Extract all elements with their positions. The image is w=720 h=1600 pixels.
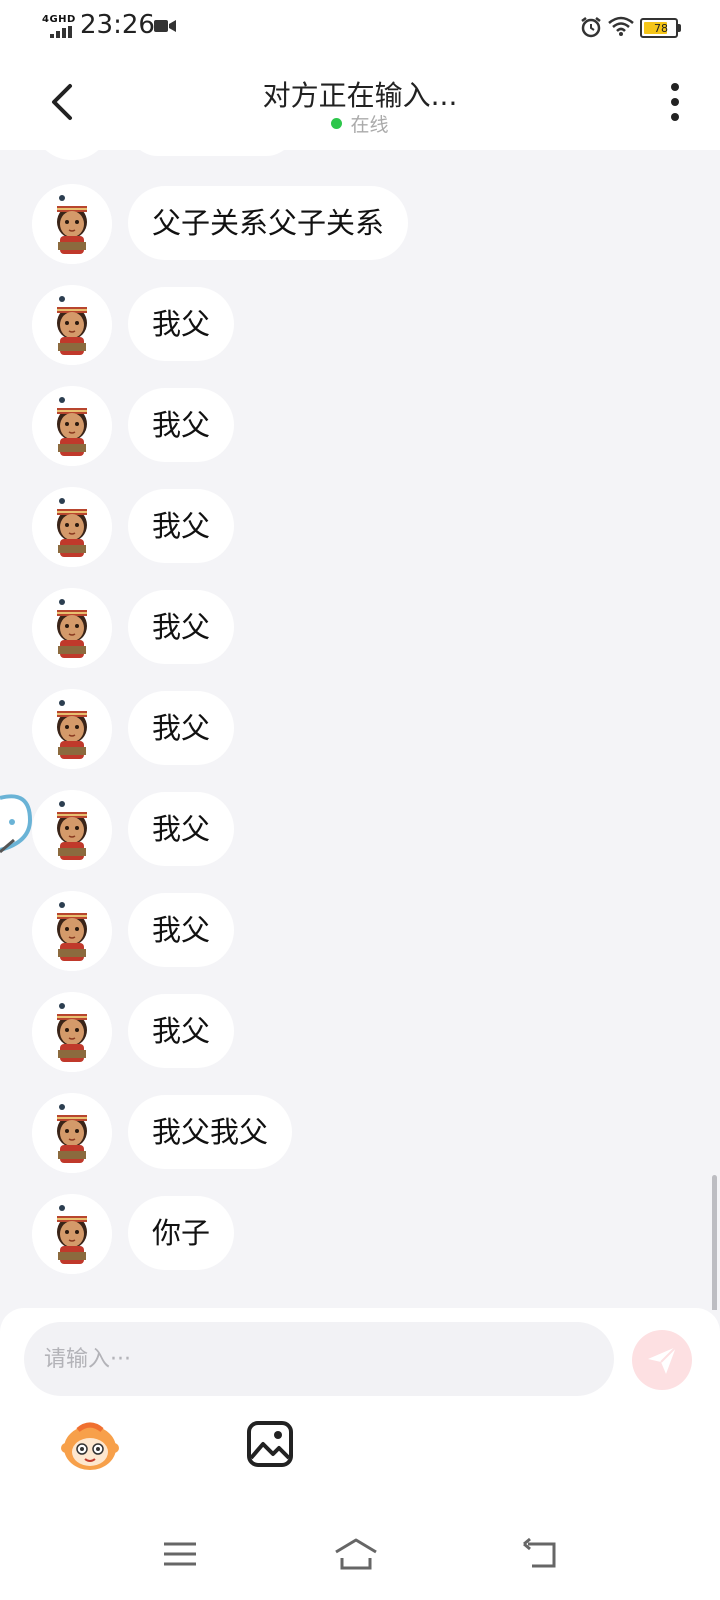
message-row: 我父	[0, 285, 720, 365]
alarm-icon	[581, 17, 601, 38]
system-nav-bar	[0, 1520, 720, 1600]
message-row: 父子关系父子关系	[0, 184, 720, 264]
message-bubble[interactable]: 我父	[128, 388, 235, 462]
menu-icon[interactable]	[160, 1534, 200, 1574]
floating-assistant-icon[interactable]	[0, 790, 34, 870]
avatar[interactable]	[32, 1093, 112, 1173]
message-bubble[interactable]: 你子	[128, 1196, 235, 1270]
message-row: 你子	[0, 1194, 720, 1274]
signal-icon	[50, 26, 72, 38]
battery-level: 78	[654, 22, 668, 35]
message-bubble[interactable]: 我父我父	[128, 1095, 293, 1169]
message-bubble[interactable]: 我父	[128, 590, 235, 664]
online-dot	[331, 118, 343, 129]
video-recording-icon	[154, 20, 176, 32]
avatar[interactable]	[32, 891, 112, 971]
avatar[interactable]	[32, 184, 112, 264]
message-bubble[interactable]: 我父	[128, 994, 235, 1068]
wifi-icon	[608, 16, 634, 36]
avatar[interactable]	[32, 487, 112, 567]
send-button[interactable]	[632, 1330, 692, 1390]
avatar[interactable]	[32, 1194, 112, 1274]
message-list[interactable]: 父子关系父子关系 我父 我父 我父 我父 我父 我父 我父 我父 我父我父 你子	[0, 150, 720, 1310]
avatar[interactable]	[32, 386, 112, 466]
network-type: 4GHD	[42, 14, 76, 25]
avatar[interactable]	[32, 790, 112, 870]
message-input[interactable]	[24, 1322, 614, 1396]
scrollbar[interactable]	[712, 1175, 717, 1310]
online-status: 在线	[0, 110, 720, 137]
avatar[interactable]	[32, 588, 112, 668]
avatar[interactable]	[32, 689, 112, 769]
message-bubble[interactable]: 我父	[128, 792, 235, 866]
home-icon[interactable]	[332, 1534, 380, 1574]
clock: 23:26	[80, 10, 155, 40]
message-bubble[interactable]: 我父	[128, 691, 235, 765]
avatar	[32, 150, 112, 160]
back-icon[interactable]	[520, 1534, 560, 1574]
message-row: 我父	[0, 790, 720, 870]
message-bubble[interactable]: 父子关系父子关系	[128, 186, 409, 260]
message-row: 我父	[0, 992, 720, 1072]
message-row: 我父	[0, 689, 720, 769]
emoji-sticker-icon[interactable]	[60, 1416, 120, 1476]
message-bubble	[128, 150, 296, 156]
message-bubble[interactable]: 我父	[128, 287, 235, 361]
message-row: 我父	[0, 487, 720, 567]
send-icon	[648, 1346, 677, 1374]
message-bubble[interactable]: 我父	[128, 893, 235, 967]
message-row: 我父	[0, 588, 720, 668]
message-bubble[interactable]: 我父	[128, 489, 235, 563]
status-bar: 4GHD 23:26 78	[0, 0, 720, 56]
online-status-label: 在线	[350, 114, 389, 136]
message-row: 我父	[0, 386, 720, 466]
avatar[interactable]	[32, 285, 112, 365]
message-row: 我父我父	[0, 1093, 720, 1173]
battery-icon: 78	[640, 18, 681, 38]
chat-header: 对方正在输入... 在线	[0, 56, 720, 150]
chat-title: 对方正在输入...	[262, 79, 458, 112]
more-vertical-icon[interactable]	[660, 80, 690, 124]
image-icon[interactable]	[246, 1420, 294, 1468]
message-row: 我父	[0, 891, 720, 971]
avatar[interactable]	[32, 992, 112, 1072]
